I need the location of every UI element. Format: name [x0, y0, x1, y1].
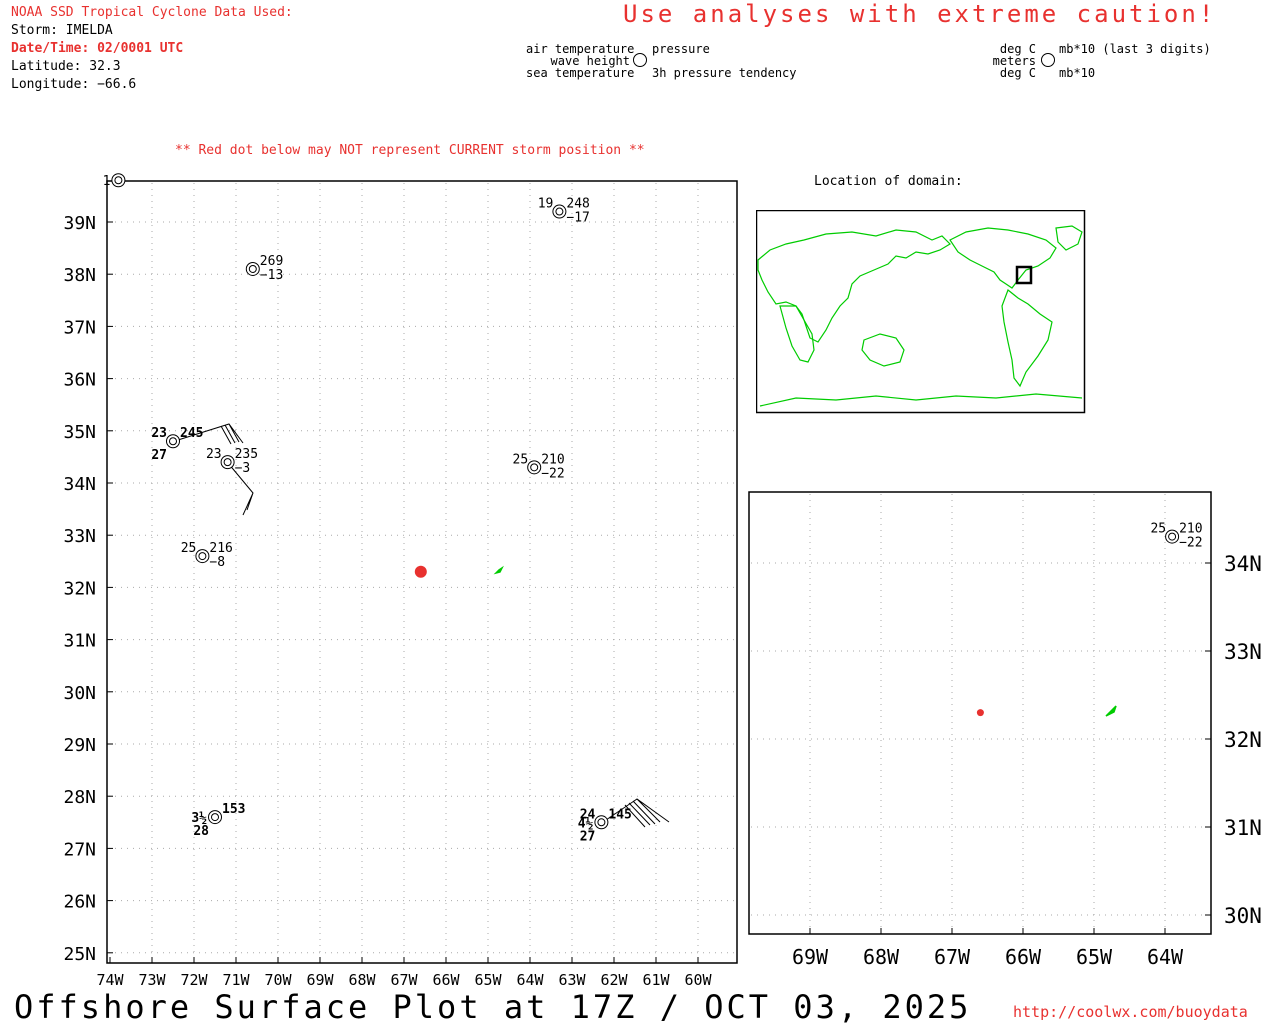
plot-title: Offshore Surface Plot at 17Z / OCT 03, 2…: [14, 988, 972, 1026]
lat-tick-label: 30N: [1224, 904, 1262, 928]
station-pressure: 210: [1179, 522, 1202, 537]
lon-tick-label: 69W: [792, 945, 829, 969]
lat-tick-label: 32N: [1224, 728, 1262, 752]
lat-tick-label: 33N: [1224, 640, 1262, 664]
lat-tick-label: 34N: [1224, 552, 1262, 576]
lat-tick-label: 31N: [1224, 816, 1262, 840]
station-circle-icon: [1165, 529, 1180, 544]
station-air-temp: 25: [1150, 522, 1166, 537]
storm-position-dot: [976, 709, 984, 717]
lon-tick-label: 64W: [1147, 945, 1184, 969]
lon-tick-label: 65W: [1076, 945, 1113, 969]
station-pressure-tendency: −22: [1179, 536, 1202, 551]
lon-tick-label: 67W: [934, 945, 971, 969]
lon-tick-label: 66W: [1005, 945, 1042, 969]
source-url[interactable]: http://coolwx.com/buoydata: [1013, 1003, 1248, 1021]
lon-tick-label: 68W: [863, 945, 900, 969]
zoom-map: 69W 68W 67W 66W 65W 64W 34N 33N 32N 31N 30N 25 210−…: [748, 491, 1262, 969]
